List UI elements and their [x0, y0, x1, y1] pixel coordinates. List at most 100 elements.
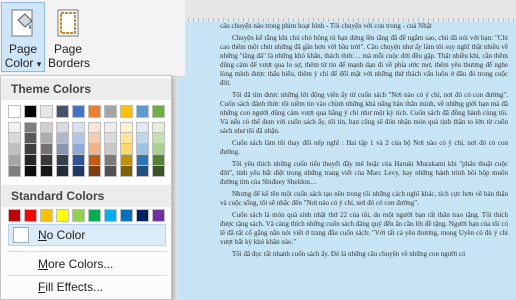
theme-shade-column	[24, 122, 37, 177]
theme-shade-swatch[interactable]	[56, 144, 69, 155]
standard-color-swatch[interactable]	[56, 209, 69, 222]
standard-color-swatch[interactable]	[120, 209, 133, 222]
no-color-label: No Color	[38, 228, 86, 242]
theme-shade-swatch[interactable]	[88, 166, 101, 177]
theme-shade-swatch[interactable]	[72, 122, 85, 133]
theme-shade-swatch[interactable]	[8, 155, 21, 166]
theme-shade-swatch[interactable]	[40, 122, 53, 133]
theme-shade-swatch[interactable]	[40, 166, 53, 177]
fill-effects-option[interactable]: Fill Effects...	[5, 277, 167, 297]
theme-shade-column	[136, 122, 149, 177]
standard-color-swatch[interactable]	[88, 209, 101, 222]
theme-color-swatch[interactable]	[120, 105, 133, 118]
theme-shade-swatch[interactable]	[72, 144, 85, 155]
theme-shade-swatch[interactable]	[72, 133, 85, 144]
theme-shade-swatch[interactable]	[152, 133, 165, 144]
theme-shade-column	[40, 122, 53, 177]
page-borders-label-line2: Borders	[48, 56, 91, 70]
theme-shade-swatch[interactable]	[104, 166, 117, 177]
theme-color-swatch[interactable]	[152, 105, 165, 118]
theme-shade-swatch[interactable]	[120, 166, 133, 177]
page-borders-button[interactable]: Page Borders	[47, 2, 91, 72]
theme-shade-swatch[interactable]	[152, 155, 165, 166]
document-paragraph: Nhưng để kể tên một cuốn sách tạo nên tr…	[220, 190, 508, 207]
no-color-option[interactable]: No Color	[8, 224, 166, 246]
theme-shade-swatch[interactable]	[24, 155, 37, 166]
theme-shade-swatch[interactable]	[40, 133, 53, 144]
theme-shade-swatch[interactable]	[40, 155, 53, 166]
theme-shade-swatch[interactable]	[104, 155, 117, 166]
theme-shade-swatch[interactable]	[152, 166, 165, 177]
theme-shade-swatch[interactable]	[152, 122, 165, 133]
theme-shade-swatch[interactable]	[104, 133, 117, 144]
theme-colors-row	[8, 105, 165, 118]
standard-color-swatch[interactable]	[8, 209, 21, 222]
theme-shade-swatch[interactable]	[72, 155, 85, 166]
theme-shade-column	[152, 122, 165, 177]
theme-colors-heading: Theme Colors	[1, 78, 171, 100]
theme-shade-swatch[interactable]	[136, 133, 149, 144]
menu-divider	[7, 275, 167, 276]
theme-color-swatch[interactable]	[24, 105, 37, 118]
theme-shade-swatch[interactable]	[88, 155, 101, 166]
standard-color-swatch[interactable]	[104, 209, 117, 222]
theme-shade-swatch[interactable]	[24, 144, 37, 155]
theme-color-swatch[interactable]	[72, 105, 85, 118]
standard-colors-row	[8, 209, 165, 222]
dropdown-caret-icon: ▾	[36, 59, 42, 69]
theme-color-swatch[interactable]	[40, 105, 53, 118]
standard-color-swatch[interactable]	[24, 209, 37, 222]
page-borders-icon	[57, 9, 79, 37]
document-paragraph: Tôi đã đọc rất nhanh cuốn sách ấy. Đó là…	[232, 250, 466, 258]
more-colors-option[interactable]: More Colors...	[5, 254, 167, 274]
theme-shade-swatch[interactable]	[88, 144, 101, 155]
menu-divider	[7, 251, 167, 252]
theme-shade-swatch[interactable]	[24, 166, 37, 177]
theme-shade-swatch[interactable]	[104, 144, 117, 155]
theme-color-swatch[interactable]	[104, 105, 117, 118]
theme-shade-column	[88, 122, 101, 177]
theme-shade-swatch[interactable]	[136, 122, 149, 133]
standard-colors-heading: Standard Colors	[1, 185, 171, 207]
theme-shade-column	[8, 122, 21, 177]
theme-shade-swatch[interactable]	[88, 133, 101, 144]
theme-color-swatch[interactable]	[136, 105, 149, 118]
theme-shade-swatch[interactable]	[152, 144, 165, 155]
document-paragraph: Tôi yêu thích những cuốn tiểu thuyết đầy…	[220, 160, 508, 186]
standard-color-swatch[interactable]	[40, 209, 53, 222]
document-paragraph: câu chuyện nào trong phim hoạt hình - Tô…	[220, 22, 432, 30]
standard-color-swatch[interactable]	[136, 209, 149, 222]
theme-shade-swatch[interactable]	[136, 155, 149, 166]
theme-shade-swatch[interactable]	[136, 144, 149, 155]
theme-shade-swatch[interactable]	[104, 122, 117, 133]
theme-shade-swatch[interactable]	[56, 155, 69, 166]
theme-shade-column	[104, 122, 117, 177]
theme-color-swatch[interactable]	[8, 105, 21, 118]
ribbon-page-background-group: Page Color ▾ Page Borders	[0, 0, 185, 77]
theme-shade-swatch[interactable]	[8, 133, 21, 144]
standard-color-swatch[interactable]	[72, 209, 85, 222]
theme-shade-swatch[interactable]	[120, 155, 133, 166]
theme-shade-swatch[interactable]	[136, 166, 149, 177]
theme-shade-swatch[interactable]	[56, 122, 69, 133]
theme-shade-swatch[interactable]	[8, 122, 21, 133]
theme-color-swatch[interactable]	[56, 105, 69, 118]
theme-shade-swatch[interactable]	[56, 133, 69, 144]
theme-shade-swatch[interactable]	[40, 144, 53, 155]
theme-shade-swatch[interactable]	[120, 122, 133, 133]
theme-shade-swatch[interactable]	[24, 122, 37, 133]
theme-shade-swatch[interactable]	[8, 144, 21, 155]
document-paragraph: Cuốn sách là món quà sinh nhật thứ 22 củ…	[220, 211, 508, 246]
standard-color-swatch[interactable]	[152, 209, 165, 222]
theme-shade-swatch[interactable]	[24, 133, 37, 144]
theme-color-swatch[interactable]	[88, 105, 101, 118]
theme-shade-swatch[interactable]	[56, 166, 69, 177]
page-borders-label-line1: Page	[53, 42, 83, 56]
theme-shade-swatch[interactable]	[8, 166, 21, 177]
theme-shade-swatch[interactable]	[88, 122, 101, 133]
theme-shade-swatch[interactable]	[120, 133, 133, 144]
theme-shade-swatch[interactable]	[120, 144, 133, 155]
document-page[interactable]: câu chuyện nào trong phim hoạt hình - Tô…	[178, 22, 516, 300]
page-color-button[interactable]: Page Color ▾	[1, 2, 45, 72]
theme-shade-swatch[interactable]	[72, 166, 85, 177]
